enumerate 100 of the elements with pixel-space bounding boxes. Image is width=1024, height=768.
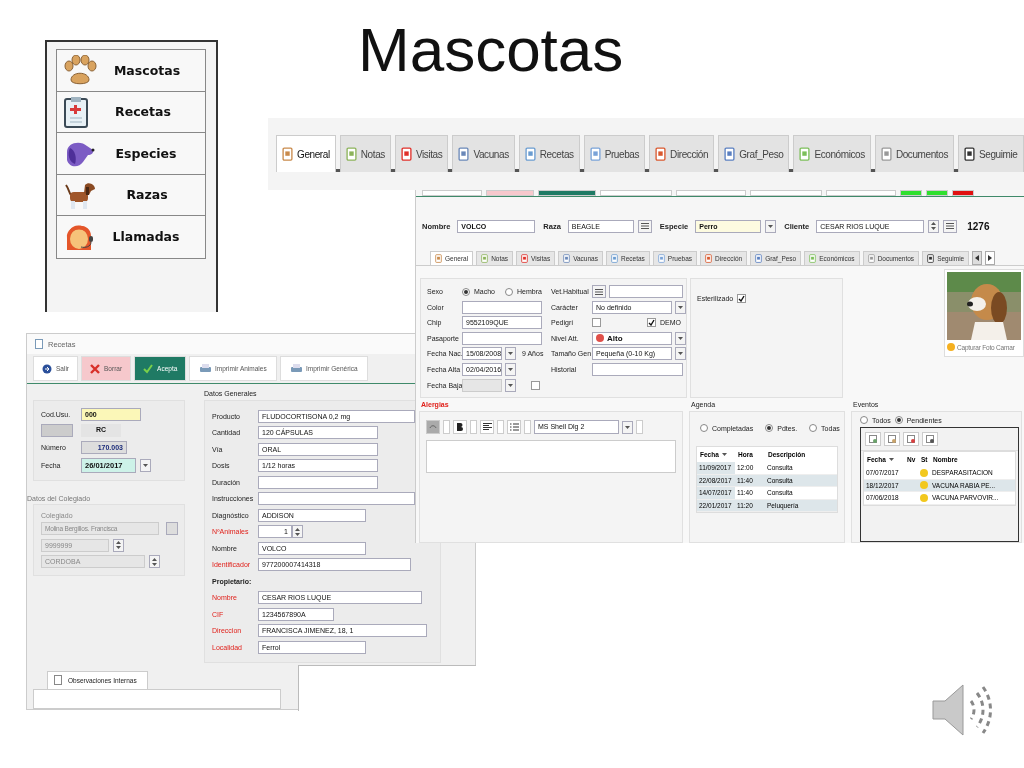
dropdown-button[interactable] [505, 362, 516, 376]
list-icon [595, 288, 603, 295]
blank-button[interactable] [41, 424, 73, 438]
dropdown-button[interactable] [675, 347, 686, 361]
list-button[interactable] [943, 219, 958, 233]
dropdown-button[interactable] [675, 331, 686, 345]
paw-icon [63, 55, 97, 86]
menu-item[interactable]: Mascotas [57, 50, 205, 92]
menu-item[interactable]: Recetas [57, 91, 205, 133]
text-field[interactable] [258, 492, 415, 506]
up-down-icon [931, 222, 937, 230]
text-field[interactable] [258, 475, 378, 489]
undo-icon [429, 424, 437, 430]
tab-icon [655, 146, 667, 162]
menu-item[interactable]: Llamadas [57, 216, 205, 258]
text-field[interactable] [462, 331, 542, 345]
tab[interactable]: Dirección [649, 135, 715, 172]
list-button[interactable] [592, 285, 606, 298]
dropdown-button[interactable] [622, 420, 633, 434]
tab-icon [521, 253, 529, 264]
notes-box[interactable] [33, 688, 281, 709]
spin-button[interactable] [292, 525, 303, 539]
dropdown-button[interactable] [140, 458, 151, 472]
camera-dot-icon [947, 343, 955, 351]
tab[interactable]: Graf_Peso [718, 135, 790, 172]
tab[interactable]: Documentos [874, 135, 954, 172]
tab[interactable]: Pruebas [583, 135, 646, 172]
caret-icon [508, 383, 513, 387]
caret-icon [678, 336, 683, 340]
toolbar-button[interactable] [865, 432, 881, 446]
tab-icon [282, 146, 293, 162]
list-button[interactable] [637, 219, 652, 233]
tab[interactable]: Vacunas [452, 135, 515, 172]
document-icon [35, 339, 43, 349]
tab[interactable]: General [276, 135, 336, 172]
text-field[interactable] [609, 285, 683, 298]
tab-icon [524, 146, 536, 162]
toolbar-button[interactable] [903, 432, 919, 446]
spin-button[interactable] [149, 555, 160, 569]
up-down-icon [295, 527, 300, 536]
document-icon [888, 435, 896, 443]
up-down-icon [116, 541, 121, 550]
tab-icon [809, 253, 817, 264]
document-icon [926, 435, 934, 443]
tab-icon [435, 253, 442, 264]
search-button[interactable] [166, 522, 178, 536]
tab-icon [755, 253, 763, 264]
toolbar-button[interactable] [884, 432, 900, 446]
check-icon [648, 319, 655, 327]
tab-icon [880, 146, 892, 162]
bold-button[interactable] [453, 420, 467, 434]
expand-button[interactable] [524, 420, 531, 434]
printer-icon [291, 364, 302, 373]
tab-icon [964, 146, 975, 162]
tab[interactable]: Visitas [394, 135, 449, 172]
dropdown-button[interactable] [505, 347, 516, 361]
list-icon [509, 423, 519, 431]
caret-icon [508, 352, 513, 356]
spin-button[interactable] [113, 538, 124, 552]
tab-icon [657, 253, 665, 264]
bold-icon [457, 423, 463, 431]
tab-icon [867, 253, 875, 264]
tab[interactable]: Recetas [518, 135, 580, 172]
tab[interactable]: Seguimie [958, 135, 1024, 172]
tab-icon [458, 146, 470, 162]
tab-icon [705, 253, 713, 264]
document-icon [869, 435, 877, 443]
dropdown-button[interactable] [505, 378, 516, 392]
scroll-left-button[interactable] [972, 251, 983, 265]
printer-icon [200, 364, 211, 373]
toolbar-button[interactable] [922, 432, 938, 446]
caret-icon [888, 458, 894, 461]
text-field[interactable] [462, 300, 542, 314]
tab-icon [481, 253, 489, 264]
tab-icon [799, 146, 811, 162]
align-button[interactable] [480, 420, 494, 434]
checkbox[interactable] [592, 318, 601, 328]
scroll-right-button[interactable] [985, 251, 996, 265]
toolbar-button[interactable] [952, 190, 974, 196]
tab-icon [610, 253, 618, 264]
dropdown-button[interactable] [765, 219, 777, 233]
menu-item[interactable]: Especies [57, 133, 205, 175]
select-field[interactable]: Alto [592, 331, 672, 345]
list-button[interactable] [507, 420, 521, 434]
up-down-icon [152, 557, 157, 566]
dropdown-button[interactable] [675, 300, 686, 314]
toolbar-button[interactable] [538, 190, 596, 196]
spin-button[interactable] [928, 219, 940, 233]
right-arrow-icon [988, 255, 993, 261]
slide-title: Mascotas [358, 14, 624, 85]
caret-icon [625, 425, 630, 429]
undo-button[interactable] [426, 420, 440, 434]
menu-item[interactable]: Razas [57, 174, 205, 216]
tab-icon [724, 146, 736, 162]
caret-icon [143, 463, 148, 467]
tab[interactable]: Notas [339, 135, 391, 172]
text-area[interactable] [426, 440, 676, 473]
tab[interactable]: Económicos [793, 135, 871, 172]
client-number: 1276 [967, 220, 990, 232]
text-field[interactable] [592, 362, 683, 376]
